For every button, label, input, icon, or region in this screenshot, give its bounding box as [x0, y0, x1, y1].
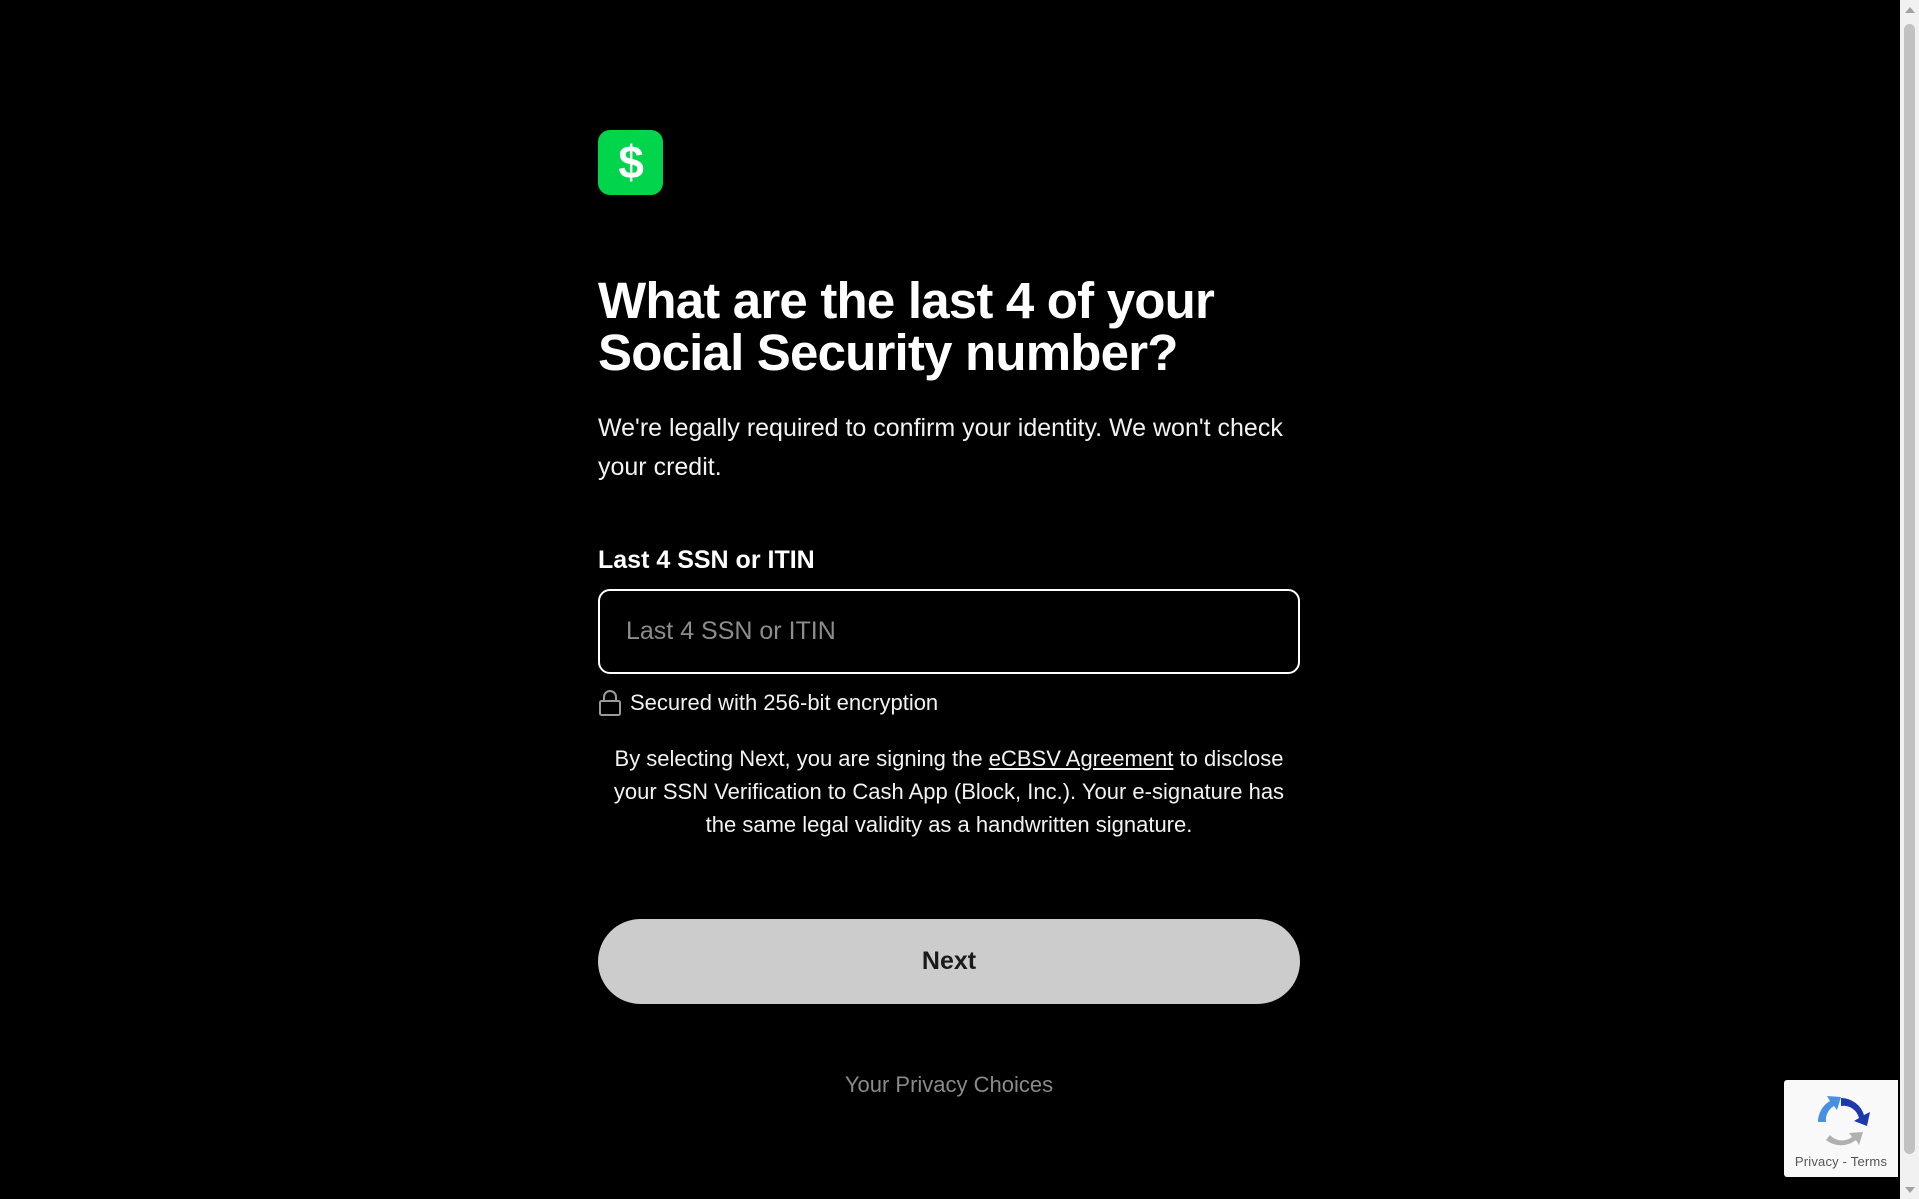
dollar-sign-icon: $: [618, 139, 644, 187]
ecbsv-agreement-link[interactable]: eCBSV Agreement: [989, 746, 1174, 771]
scroll-up-arrow-icon[interactable]: [1900, 0, 1919, 19]
cash-app-logo: $: [598, 130, 663, 195]
svg-text:$: $: [618, 139, 644, 187]
security-note-text: Secured with 256-bit encryption: [630, 690, 939, 715]
page-subtitle: We're legally required to confirm your i…: [598, 414, 1283, 481]
ssn-input-wrapper: [598, 589, 1300, 674]
recaptcha-icon: [1817, 1096, 1870, 1146]
privacy-choices-link[interactable]: Your Privacy Choices: [598, 1072, 1300, 1098]
legal-text-before: By selecting Next, you are signing the: [614, 746, 989, 771]
scrollbar-thumb[interactable]: [1904, 24, 1915, 1154]
vertical-scrollbar[interactable]: [1900, 0, 1919, 1199]
page-title: What are the last 4 of your Social Secur…: [598, 272, 1215, 381]
scroll-down-arrow-icon[interactable]: [1900, 1180, 1919, 1199]
legal-disclosure: By selecting Next, you are signing the e…: [598, 742, 1300, 841]
identity-form: $ What are the last 4 of your Social Sec…: [598, 130, 1300, 1098]
ssn-field-label: Last 4 SSN or ITIN: [598, 546, 815, 574]
security-note: Secured with 256-bit encryption: [598, 690, 1300, 716]
lock-icon: [599, 690, 621, 716]
recaptcha-badge[interactable]: Privacy - Terms: [1784, 1080, 1898, 1177]
page: $ What are the last 4 of your Social Sec…: [0, 0, 1919, 1199]
recaptcha-links[interactable]: Privacy - Terms: [1795, 1154, 1887, 1169]
ssn-input[interactable]: [626, 591, 1298, 672]
next-button[interactable]: Next: [598, 919, 1300, 1004]
